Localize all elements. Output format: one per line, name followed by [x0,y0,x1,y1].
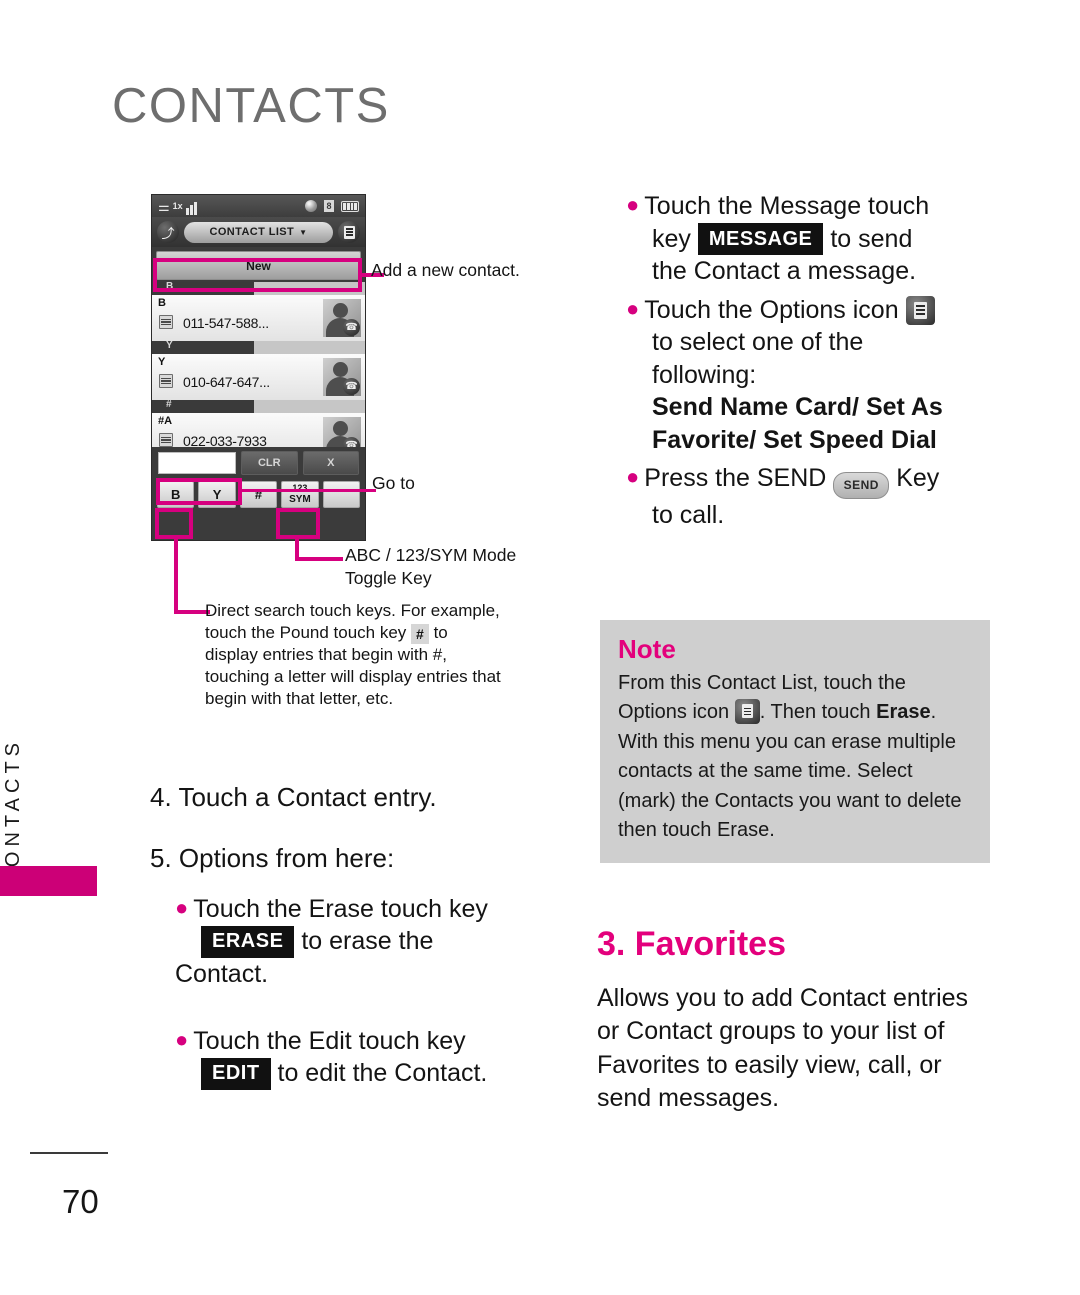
search-key-blank[interactable] [322,480,361,508]
edit-key-label: EDIT [201,1058,271,1091]
contact-number: 010-647-647... [183,374,270,390]
signal-bars-icon [185,197,198,215]
direct-search-key-row: B Y # 123 SYM [152,478,365,510]
close-button[interactable]: X [302,450,359,475]
right-column: ● Touch the Message touch key MESSAGE to … [626,190,996,538]
signal-antenna-icon: ⚌ [158,198,170,214]
note-body: From this Contact List, touch the Option… [618,672,962,841]
search-key-y[interactable]: Y [198,480,236,508]
page-number: 70 [62,1183,99,1220]
contact-row[interactable]: B 011-547-588... ☎ [152,295,365,341]
avatar: ☎ [323,299,361,337]
goto-input[interactable] [158,451,236,474]
callout-go-to: Go to [372,473,415,493]
network-label: 1x [172,201,183,211]
bullet-dot: ● [175,895,189,920]
options-menu-icon [734,699,760,725]
group-header-b: B [152,281,365,295]
search-key-hash[interactable]: # [239,480,278,508]
bullet-send: ● Press the SEND SEND Key to call. [626,464,940,529]
battery-icon [341,200,359,212]
erase-key-label: ERASE [201,926,295,959]
contact-number: 011-547-588... [183,315,269,331]
contact-row[interactable]: Y 010-647-647... ☎ [152,354,365,400]
contact-name: B [158,297,166,309]
phone-title-bar: ⤴ CONTACT LIST ▼ [152,217,365,247]
chevron-down-icon: ▼ [299,227,308,237]
bullet-dot: ● [626,464,640,489]
leader-line-goto [240,489,376,492]
clear-button[interactable]: CLR [241,450,298,475]
note-title: Note [618,634,676,664]
options-list-line-2: Favorite/ Set Speed Dial [652,425,937,454]
contact-name: #A [158,415,173,427]
goto-row: CLR X [152,447,365,478]
bullet-message: ● Touch the Message touch key MESSAGE to … [626,192,930,285]
callout-mode-toggle: ABC / 123/SYM Mode Toggle Key [345,545,517,589]
bullet-edit: ● Touch the Edit touch key EDIT to edit t… [175,1025,575,1091]
footer-divider [30,1152,108,1154]
bluetooth-icon: 8 [324,200,334,212]
side-tab-color-swatch [0,866,97,896]
bullet-dot: ● [175,1027,189,1052]
group-header-y: Y [152,340,365,354]
bullet-dot: ● [626,192,640,217]
step-4-text: 4. Touch a Contact entry. [150,782,437,812]
leader-line-toggle-h [295,557,343,561]
options-list-line-1: Send Name Card/ Set As [652,393,943,421]
globe-icon [305,200,317,212]
leader-line-direct-v [174,538,178,614]
note-erase-bold: Erase [876,701,931,724]
call-icon: ☎ [343,319,360,336]
contact-type-icon [159,433,173,447]
avatar: ☎ [323,358,361,396]
contact-list-dropdown[interactable]: CONTACT LIST ▼ [184,221,333,243]
favorites-heading: 3. Favorites [597,925,786,963]
contact-type-icon [159,374,173,388]
phone-status-bar: ⚌ 1x 8 [152,195,365,217]
message-key-label: MESSAGE [697,222,824,255]
callout-direct-search: Direct search touch keys. For example, t… [205,601,501,709]
send-key-icon: SEND [833,472,890,499]
new-contact-area: New [152,247,365,282]
contact-name: Y [158,356,166,368]
favorites-body: Allows you to add Contact entries or Con… [597,984,969,1112]
mode-toggle-key[interactable]: 123 SYM [281,480,319,508]
search-key-b[interactable]: B [157,480,195,508]
bullet-dot: ● [626,295,640,321]
options-menu-icon[interactable] [338,221,360,243]
callout-add-new-contact: Add a new contact. [371,260,520,280]
options-menu-icon [905,295,935,325]
bullet-erase: ● Touch the Erase touch key ERASE to eras… [175,895,488,989]
note-box: Note From this Contact List, touch the O… [600,620,990,864]
call-icon: ☎ [343,378,360,395]
pound-key-icon: # [411,624,429,645]
group-header-hash: # [152,399,365,413]
page-title: CONTACTS [112,79,390,133]
contact-type-icon [159,315,173,329]
new-contact-button[interactable]: New [156,251,361,280]
side-tab-label: CONTACTS [2,738,24,887]
back-arrow-icon[interactable]: ⤴ [157,221,179,243]
contact-list-title: CONTACT LIST [209,226,295,238]
step-5-text: 5. Options from here: [150,843,395,873]
bullet-options: ● Touch the Options icon to select one of… [626,294,996,457]
